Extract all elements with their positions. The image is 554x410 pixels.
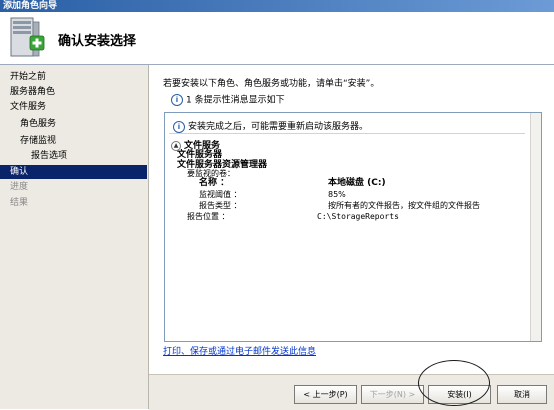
sidebar-item-results: 结果 [10, 198, 29, 208]
service-file-server: 文件服务器 [177, 150, 223, 160]
next-button: 下一步(N) > [361, 385, 424, 404]
info-icon: i [173, 120, 185, 133]
intro-text: 若要安装以下角色、角色服务或功能，请单击“安装”。 [163, 79, 380, 89]
sidebar-item-file-services[interactable]: 文件服务 [10, 100, 46, 114]
name-value: 本地磁盘 (C:) [328, 178, 386, 188]
collapse-icon[interactable]: ▲ [171, 140, 181, 151]
divider [169, 133, 525, 134]
wizard-header: 确认安装选择 [0, 12, 554, 65]
threshold-label: 监视阈值 ： [199, 190, 242, 199]
window-title: 添加角色向导 [3, 1, 58, 11]
back-button[interactable]: < 上一步(P) [294, 385, 357, 404]
restart-note: i 安装完成之后，可能需要重新启动该服务器。 [173, 119, 368, 133]
panel-scrollbar[interactable] [530, 113, 541, 341]
sidebar-item-storage-monitoring[interactable]: 存储监视 [20, 134, 56, 148]
sidebar-item-role-services[interactable]: 角色服务 [20, 117, 56, 131]
wizard-steps-sidebar: 开始之前 服务器角色 文件服务 角色服务 存储监视 报告选项 确认 进度 结果 [0, 65, 149, 409]
name-label: 名称 ： [199, 178, 230, 188]
sidebar-item-progress: 进度 [10, 182, 29, 192]
threshold-value: 85% [328, 190, 346, 199]
window-title-bar: 添加角色向导 [0, 0, 554, 12]
sidebar-item-server-roles[interactable]: 服务器角色 [10, 85, 55, 99]
info-message: 1 条提示性消息显示如下 [186, 95, 285, 106]
server-add-icon [10, 17, 45, 57]
wizard-footer: < 上一步(P) 下一步(N) > 安装(I) 取消 [149, 374, 554, 410]
report-type-label: 报告类型 ： [199, 201, 242, 210]
report-location-label: 报告位置 ： [187, 212, 230, 221]
page-title: 确认安装选择 [58, 34, 137, 49]
report-location-value: C:\StorageReports [317, 212, 399, 221]
install-button[interactable]: 安装(I) [428, 385, 491, 404]
print-save-email-link[interactable]: 打印、保存或通过电子邮件发送此信息 [163, 344, 316, 357]
main-content: 若要安装以下角色、角色服务或功能，请单击“安装”。 i1 条提示性消息显示如下 … [149, 65, 554, 374]
info-icon: i [171, 94, 183, 106]
info-message-line: i1 条提示性消息显示如下 [171, 94, 285, 107]
sidebar-item-before-you-begin[interactable]: 开始之前 [10, 70, 46, 84]
cancel-button[interactable]: 取消 [497, 385, 547, 404]
sidebar-item-confirmation[interactable]: 确认 [0, 165, 147, 179]
report-type-value: 按所有者的文件报告，按文件组的文件报告 [328, 201, 480, 210]
confirmation-details-panel[interactable]: i 安装完成之后，可能需要重新启动该服务器。 ▲ 文件服务 文件服务器 文件服务器资… [164, 112, 542, 342]
restart-note-text: 安装完成之后，可能需要重新启动该服务器。 [188, 122, 369, 132]
sidebar-item-report-options[interactable]: 报告选项 [31, 149, 67, 163]
